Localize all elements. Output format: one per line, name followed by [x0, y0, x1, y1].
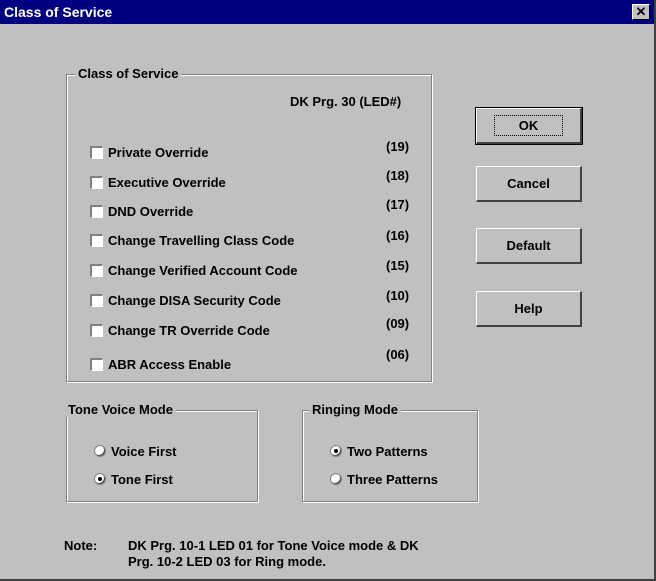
note-text: DK Prg. 10-1 LED 01 for Tone Voice mode … — [128, 538, 419, 570]
radio-three-patterns[interactable]: Three Patterns — [330, 469, 438, 489]
led-number: (18) — [386, 168, 410, 183]
checkbox-private-override[interactable]: Private Override — [90, 142, 208, 162]
help-button-label: Help — [514, 301, 543, 316]
checkbox-executive-override-box — [90, 175, 103, 189]
close-button[interactable]: ✕ — [632, 4, 650, 20]
help-button[interactable]: Help — [476, 291, 582, 327]
cancel-button-label: Cancel — [507, 176, 550, 191]
checkbox-label: Change Verified Account Code — [108, 262, 298, 278]
default-button[interactable]: Default — [476, 228, 582, 264]
checkbox-change-verified-account-code[interactable]: Change Verified Account Code — [90, 260, 298, 280]
led-number: (15) — [386, 258, 410, 273]
led-number: (09) — [386, 316, 410, 331]
radio-three-patterns-indicator — [330, 473, 342, 485]
led-number: (19) — [386, 139, 410, 154]
checkbox-label: Executive Override — [108, 174, 226, 190]
led-number: (10) — [386, 288, 410, 303]
led-number: (16) — [386, 228, 410, 243]
led-number: (06) — [386, 347, 410, 362]
radio-three-patterns-label: Three Patterns — [347, 471, 439, 487]
checkbox-abr-access-enable-box — [90, 357, 103, 371]
ok-button-label: OK — [518, 118, 539, 133]
radio-voice-first-label: Voice First — [111, 443, 177, 459]
note-label: Note: — [64, 538, 98, 553]
radio-tone-first-label: Tone First — [111, 471, 173, 487]
default-button-label: Default — [506, 238, 551, 253]
led-number: (17) — [386, 197, 410, 212]
checkbox-change-disa-security-code-box — [90, 293, 103, 307]
ringing-mode-legend: Ringing Mode — [309, 402, 401, 417]
close-icon: ✕ — [635, 4, 647, 19]
radio-tone-first-indicator — [94, 473, 106, 485]
radio-tone-first[interactable]: Tone First — [94, 469, 173, 489]
checkbox-change-tr-override-code-box — [90, 323, 103, 337]
radio-two-patterns-label: Two Patterns — [347, 443, 428, 459]
checkbox-dnd-override-box — [90, 204, 103, 218]
checkbox-change-travelling-class-code-box — [90, 233, 103, 247]
title-bar: Class of Service ✕ — [0, 0, 654, 24]
checkbox-change-travelling-class-code[interactable]: Change Travelling Class Code — [90, 230, 294, 250]
window-title: Class of Service — [4, 4, 113, 20]
checkbox-executive-override[interactable]: Executive Override — [90, 172, 226, 192]
checkbox-label: Change TR Override Code — [108, 322, 270, 338]
class-of-service-legend: Class of Service — [75, 66, 182, 81]
dk-prg-header: DK Prg. 30 (LED#) — [290, 94, 402, 109]
cancel-button[interactable]: Cancel — [476, 166, 582, 202]
checkbox-label: Private Override — [108, 144, 209, 160]
checkbox-label: Change DISA Security Code — [108, 292, 281, 308]
class-of-service-dialog: Class of Service ✕ Class of Service DK P… — [0, 0, 656, 581]
ok-button[interactable]: OK — [475, 107, 583, 145]
checkbox-change-tr-override-code[interactable]: Change TR Override Code — [90, 320, 270, 340]
checkbox-change-verified-account-code-box — [90, 263, 103, 277]
checkbox-label: ABR Access Enable — [108, 356, 232, 372]
note-line-1: DK Prg. 10-1 LED 01 for Tone Voice mode … — [128, 538, 419, 553]
radio-two-patterns[interactable]: Two Patterns — [330, 441, 428, 461]
checkbox-abr-access-enable[interactable]: ABR Access Enable — [90, 354, 231, 374]
checkbox-dnd-override[interactable]: DND Override — [90, 201, 193, 221]
tone-voice-mode-legend: Tone Voice Mode — [65, 402, 176, 417]
checkbox-private-override-box — [90, 145, 103, 159]
checkbox-label: DND Override — [108, 203, 194, 219]
checkbox-change-disa-security-code[interactable]: Change DISA Security Code — [90, 290, 281, 310]
radio-voice-first-indicator — [94, 445, 106, 457]
radio-voice-first[interactable]: Voice First — [94, 441, 177, 461]
checkbox-label: Change Travelling Class Code — [108, 232, 295, 248]
radio-two-patterns-indicator — [330, 445, 342, 457]
note-line-2: Prg. 10-2 LED 03 for Ring mode. — [128, 554, 326, 569]
